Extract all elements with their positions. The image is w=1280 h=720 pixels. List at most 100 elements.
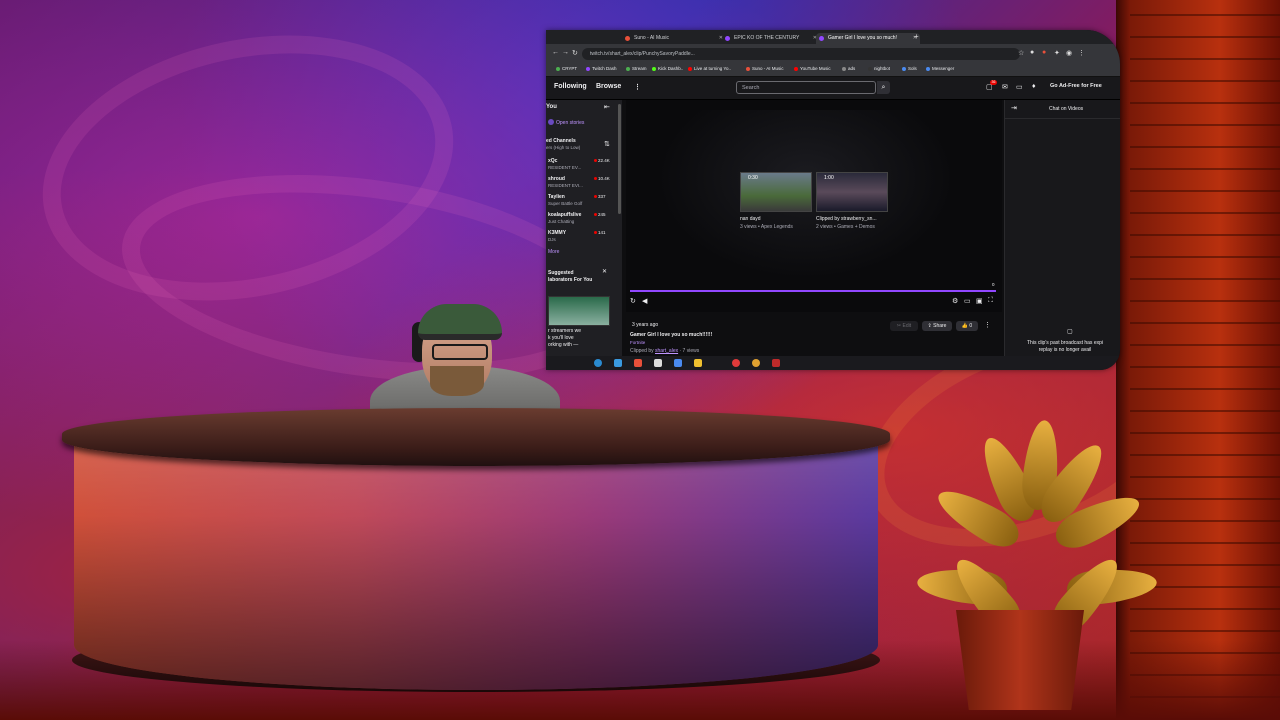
- app-icon[interactable]: [634, 359, 642, 367]
- bookmark-star-icon[interactable]: ☆: [1018, 49, 1024, 57]
- bookmarks-bar: CRYPT Twitch Dash Stream Kick Dashb.. Li…: [546, 64, 1120, 77]
- chrome-icon[interactable]: [752, 359, 760, 367]
- volume-icon[interactable]: ◀: [642, 297, 647, 305]
- chrome-icon[interactable]: [732, 359, 740, 367]
- suggested-description: r streamers we k you'll love orking with…: [548, 328, 582, 348]
- browser-tab-active[interactable]: Gamer Girl I love you so much! ✕: [816, 33, 920, 44]
- chat-expired-message: This clip's past broadcast has expi repl…: [1027, 340, 1103, 353]
- streamer-glasses: [432, 344, 488, 360]
- clip-meta: 2 views • Games + Demos: [816, 224, 875, 230]
- channel-name: K3MMY: [548, 230, 567, 236]
- stories-avatar: [548, 119, 554, 125]
- file-explorer-icon[interactable]: [694, 359, 702, 367]
- show-more-link[interactable]: More: [548, 249, 559, 255]
- search-button[interactable]: ⌕: [877, 81, 890, 94]
- back-icon[interactable]: ←: [552, 49, 559, 56]
- whispers-icon[interactable]: ✉: [1002, 83, 1008, 91]
- extensions-puzzle-icon[interactable]: ✦: [1054, 49, 1060, 57]
- theatre-mode-icon[interactable]: ▭: [964, 297, 971, 305]
- browser-tab[interactable]: EPIC KO OF THE CENTURY ✕: [722, 33, 820, 44]
- channel-item[interactable]: K3MMY DJs 141: [546, 230, 616, 246]
- extension-icon[interactable]: ●: [1030, 49, 1034, 56]
- replay-icon[interactable]: ↻: [630, 297, 636, 305]
- live-indicator-icon: [594, 213, 597, 216]
- bookmark-item[interactable]: Stream: [626, 66, 647, 71]
- browser-menu-icon[interactable]: ⋮: [1078, 49, 1085, 57]
- profile-icon[interactable]: ◉: [1066, 49, 1072, 57]
- viewer-count: 337: [598, 194, 606, 199]
- live-indicator-icon: [594, 159, 597, 162]
- new-tab-button[interactable]: +: [914, 32, 919, 41]
- fullscreen-icon[interactable]: ⛶: [988, 297, 993, 305]
- browser-window: Suno - AI Music ✕ EPIC KO OF THE CENTURY…: [546, 30, 1120, 370]
- collapse-chat-icon[interactable]: ⇥: [1011, 104, 1017, 112]
- edit-button[interactable]: ✂ Edit: [890, 321, 918, 331]
- bookmark-item[interactable]: Sols: [902, 66, 917, 71]
- twitch-main: 0:30 nan dayd 3 views • Apex Legends 1:0…: [624, 100, 1002, 370]
- bookmark-item[interactable]: Messenger: [926, 66, 954, 71]
- close-icon[interactable]: ✕: [602, 268, 607, 275]
- settings-icon[interactable]: ⚙: [952, 297, 958, 305]
- live-indicator-icon: [594, 177, 597, 180]
- clip-game-link[interactable]: Fortnite: [630, 340, 645, 345]
- url-input[interactable]: twitch.tv/shart_alex/clip/PunchySavoryPa…: [582, 48, 1020, 60]
- nav-following[interactable]: Following: [554, 83, 587, 90]
- progress-time: 0: [992, 282, 995, 287]
- taskbar: [546, 356, 1120, 370]
- channel-item[interactable]: shroud RESIDENT EVI... 10.4K: [546, 176, 616, 192]
- bookmark-item[interactable]: Twitch Dash: [586, 66, 617, 71]
- channel-item[interactable]: Taylien Super Battle Golf 337: [546, 194, 616, 210]
- store-icon[interactable]: [614, 359, 622, 367]
- tab-label: EPIC KO OF THE CENTURY: [734, 35, 800, 41]
- nav-more-icon[interactable]: ⋮: [634, 83, 641, 91]
- drops-icon[interactable]: ♦: [1032, 83, 1036, 90]
- clipper-link[interactable]: shart_alex: [655, 348, 678, 354]
- app-icon[interactable]: [654, 359, 662, 367]
- like-button[interactable]: 👍 0: [956, 321, 978, 331]
- bookmark-item[interactable]: Suno - AI Music: [746, 66, 784, 71]
- mini-player-icon[interactable]: ▣: [976, 297, 983, 305]
- bookmark-item[interactable]: Live at turning Yo..: [688, 66, 731, 71]
- bookmark-item[interactable]: CRYPT: [556, 66, 577, 71]
- reload-icon[interactable]: ↻: [572, 49, 578, 57]
- channel-item[interactable]: xQc RESIDENT EV... 22.4K: [546, 158, 616, 174]
- search-icon: ⌕: [881, 84, 886, 91]
- clip-page-title: Gamer Girl I love you so much!!!!!!: [630, 332, 713, 338]
- viewer-count: 141: [598, 230, 606, 235]
- chat-panel: ⇥ Chat on Videos ▢ This clip's past broa…: [1004, 100, 1120, 370]
- video-player[interactable]: 0:30 nan dayd 3 views • Apex Legends 1:0…: [626, 100, 1002, 312]
- nav-browse[interactable]: Browse: [596, 83, 621, 90]
- suggested-thumbnail[interactable]: [548, 296, 610, 326]
- browser-tab[interactable]: Suno - AI Music ✕: [622, 33, 726, 44]
- app-icon[interactable]: [674, 359, 682, 367]
- go-ad-free-button[interactable]: Go Ad-Free for Free: [1050, 83, 1102, 89]
- share-button[interactable]: ⇪ Share: [922, 321, 952, 331]
- channel-game: Super Battle Golf: [548, 201, 583, 206]
- clip-title: nan dayd: [740, 216, 761, 222]
- sidebar-scrollbar[interactable]: [618, 104, 621, 214]
- sort-icon[interactable]: ⇅: [604, 140, 610, 148]
- live-indicator-icon: [594, 231, 597, 234]
- bookmark-item[interactable]: Kick Dashb..: [652, 66, 683, 71]
- extension-icon[interactable]: ●: [1042, 49, 1046, 56]
- clip-credits: Clipped by shart_alex · 7 views: [630, 348, 699, 354]
- crown-icon[interactable]: ▭: [1016, 83, 1023, 91]
- brick-wall: [1130, 0, 1280, 720]
- app-icon[interactable]: [772, 359, 780, 367]
- bookmark-item[interactable]: ads: [842, 66, 855, 71]
- more-options-icon[interactable]: ⋮: [984, 321, 991, 329]
- edge-icon[interactable]: [594, 359, 602, 367]
- channel-item[interactable]: koalapuffslive Just Chatting 245: [546, 212, 616, 228]
- open-stories-link[interactable]: Open stories: [548, 119, 584, 126]
- collapse-sidebar-icon[interactable]: ⇤: [604, 103, 610, 111]
- tab-strip: Suno - AI Music ✕ EPIC KO OF THE CENTURY…: [546, 30, 1120, 44]
- tab-favicon-icon: [625, 36, 630, 41]
- bookmark-item[interactable]: nightbot: [868, 66, 890, 71]
- search-input[interactable]: Search: [736, 81, 876, 94]
- progress-bar[interactable]: [630, 290, 996, 292]
- live-indicator-icon: [594, 195, 597, 198]
- bookmark-item[interactable]: YouTube Music: [794, 66, 831, 71]
- viewer-count: 22.4K: [598, 158, 610, 163]
- tab-label: Suno - AI Music: [634, 35, 670, 41]
- forward-icon[interactable]: →: [562, 49, 569, 56]
